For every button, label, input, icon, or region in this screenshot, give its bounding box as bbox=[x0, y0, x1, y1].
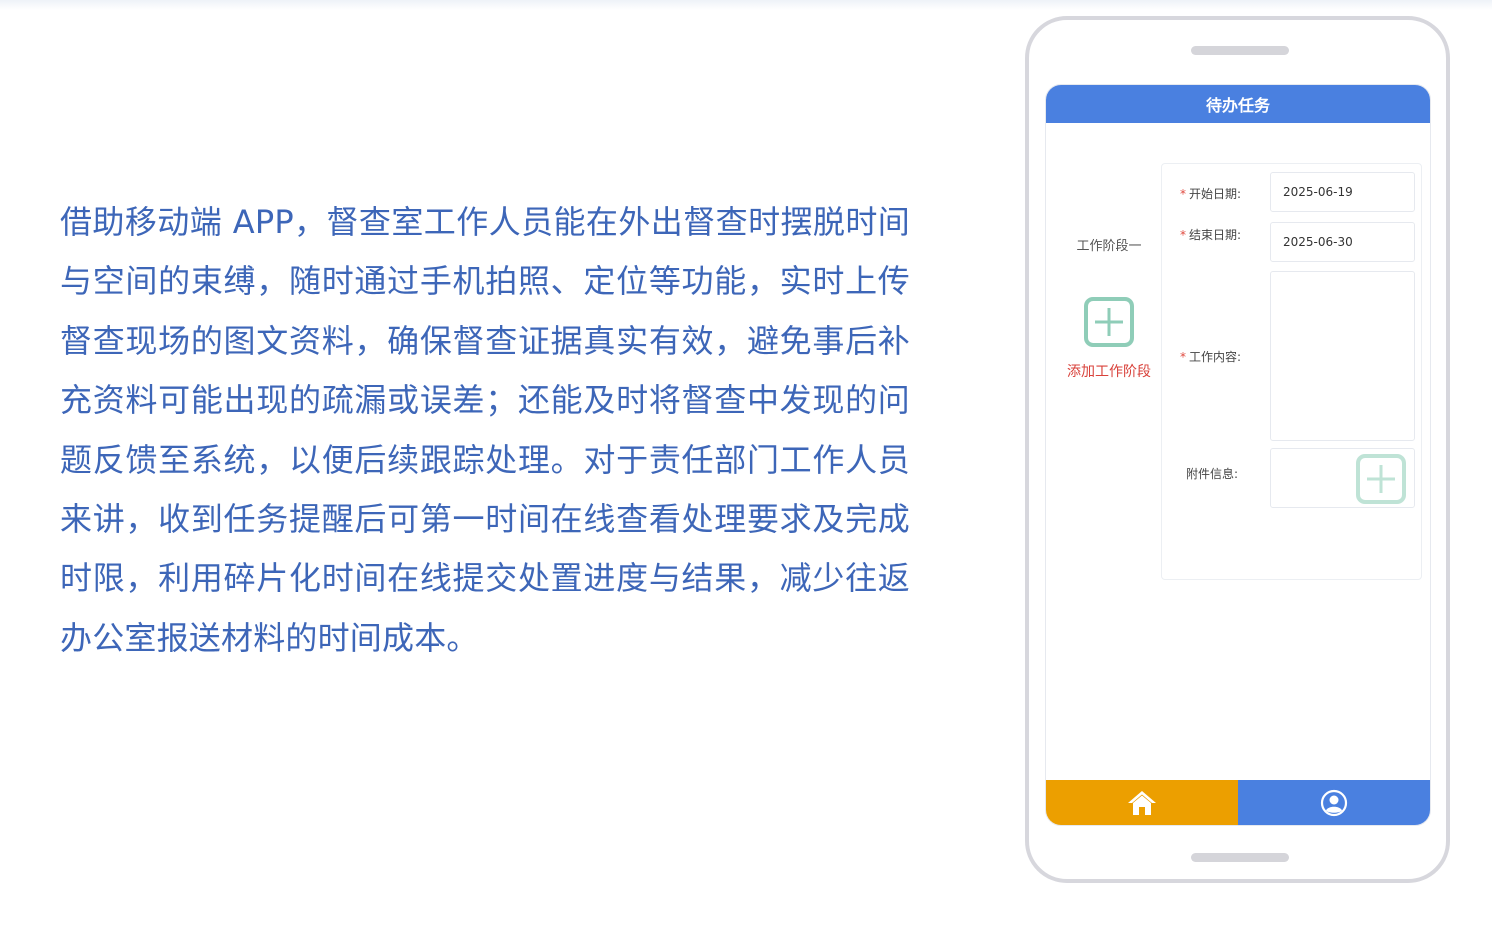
user-circle-icon bbox=[1320, 789, 1348, 817]
phone-screen: 待办任务 工作阶段一 添加工作阶段 * 开始日期: 2025-06-19 * 结束日… bbox=[1045, 84, 1431, 826]
start-date-field[interactable]: 2025-06-19 bbox=[1270, 172, 1415, 212]
intro-paragraph: 借助移动端 APP，督查室工作人员能在外出督查时摆脱时间与空间的束缚，随时通过手… bbox=[60, 203, 910, 657]
stage-form: * 开始日期: 2025-06-19 * 结束日期: 2025-06-30 * 工作内… bbox=[1161, 163, 1422, 580]
required-mark: * bbox=[1180, 228, 1186, 242]
required-mark: * bbox=[1180, 350, 1186, 364]
stage-label[interactable]: 工作阶段一 bbox=[1046, 235, 1172, 254]
required-mark: * bbox=[1180, 187, 1186, 201]
home-tab[interactable] bbox=[1046, 780, 1238, 825]
phone-home-bar bbox=[1191, 853, 1289, 862]
add-stage-button[interactable]: 添加工作阶段 bbox=[1046, 361, 1172, 381]
end-date-field[interactable]: 2025-06-30 bbox=[1270, 222, 1415, 262]
end-date-value: 2025-06-30 bbox=[1283, 235, 1353, 249]
home-icon bbox=[1128, 791, 1156, 815]
end-date-label: * 结束日期: bbox=[1180, 228, 1242, 242]
app-title: 待办任务 bbox=[1205, 96, 1270, 115]
profile-tab[interactable] bbox=[1238, 780, 1430, 825]
phone-speaker bbox=[1191, 46, 1289, 55]
plus-square-icon[interactable] bbox=[1083, 296, 1135, 348]
attachment-field bbox=[1270, 448, 1415, 508]
tabbar bbox=[1046, 780, 1430, 825]
phone-mockup: 待办任务 工作阶段一 添加工作阶段 * 开始日期: 2025-06-19 * 结束日… bbox=[1025, 16, 1450, 883]
plus-square-icon[interactable] bbox=[1355, 453, 1407, 505]
work-content-label: * 工作内容: bbox=[1180, 350, 1242, 364]
start-date-label: * 开始日期: bbox=[1180, 187, 1242, 201]
start-date-value: 2025-06-19 bbox=[1283, 185, 1353, 199]
attachment-label: 附件信息: bbox=[1186, 467, 1239, 481]
work-content-textarea[interactable] bbox=[1270, 271, 1415, 441]
top-strip bbox=[0, 0, 1492, 10]
app-header: 待办任务 bbox=[1046, 85, 1430, 123]
